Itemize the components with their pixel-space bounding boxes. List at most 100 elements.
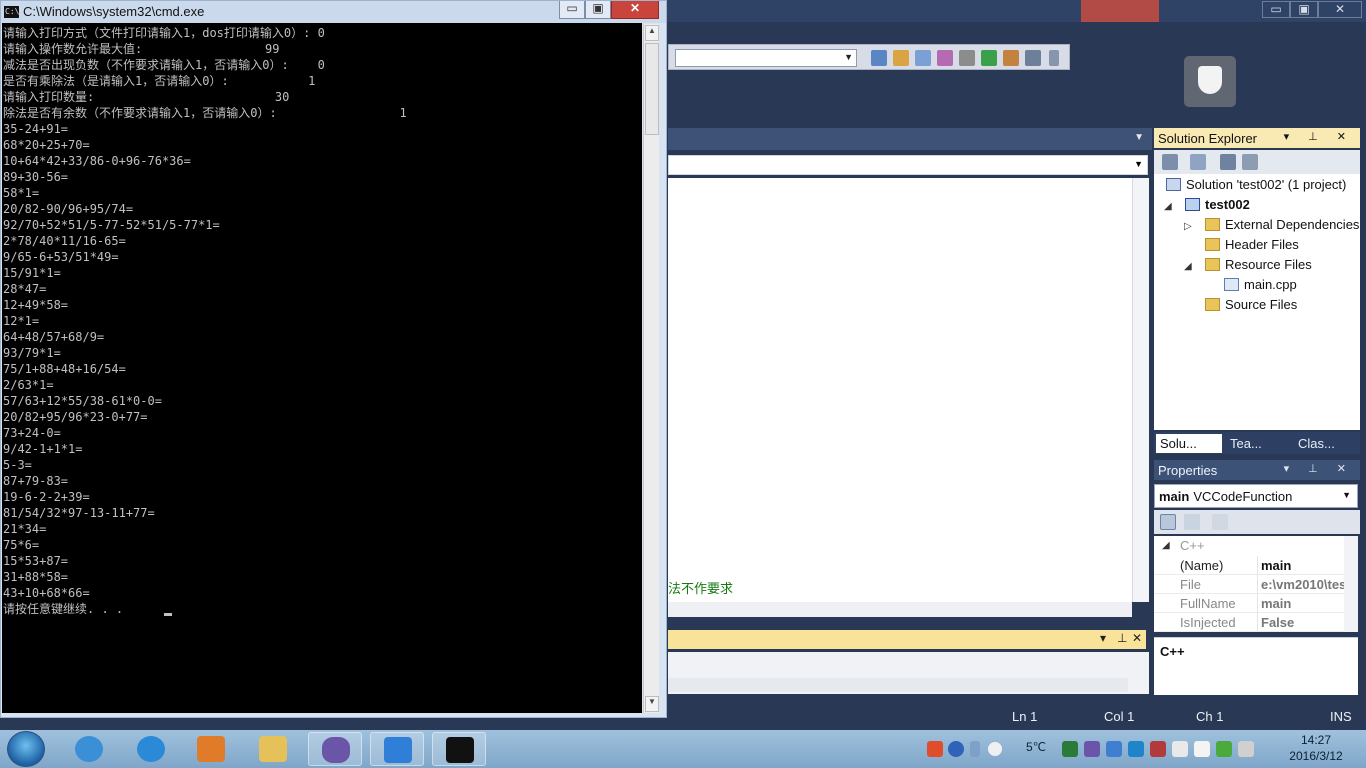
console-vertical-scrollbar[interactable]: ▲ ▼ [643, 24, 659, 713]
taskbar-cmd[interactable] [432, 732, 486, 766]
clock[interactable]: 14:27 2016/3/12 [1286, 732, 1346, 764]
tree-item-label: External Dependencies [1225, 217, 1360, 232]
categorized-icon[interactable] [1160, 514, 1176, 530]
pin-icon[interactable]: ⊥ [1117, 631, 1127, 645]
network-tool-icon[interactable] [1150, 741, 1166, 757]
tree-item-project[interactable]: test002 [1185, 197, 1250, 215]
close-button[interactable]: ✕ [611, 1, 659, 19]
refresh-icon[interactable] [1190, 154, 1206, 170]
tab-team-explorer[interactable]: Tea... [1226, 434, 1292, 453]
tree-item-main-cpp[interactable]: main.cpp [1224, 277, 1297, 295]
object-name: main [1159, 489, 1190, 504]
properties-icon[interactable] [1220, 154, 1236, 170]
tools-icon[interactable] [959, 50, 975, 66]
property-row[interactable]: File e:\vm2010\tes [1154, 575, 1344, 594]
properties-object-dropdown[interactable]: main VCCodeFunction ▼ [1154, 484, 1358, 508]
window-icon[interactable] [1025, 50, 1041, 66]
input-mode-icon[interactable] [970, 741, 980, 757]
weather-sun-icon[interactable] [988, 742, 1002, 756]
sogou-input-icon[interactable] [927, 741, 943, 757]
vs-highlight-button[interactable] [1081, 0, 1159, 22]
panel-controls[interactable]: ▾ ⊥ ✕ [1284, 130, 1354, 143]
editor-horizontal-scrollbar[interactable] [668, 602, 1132, 617]
console-line: 89+30-56= [3, 170, 69, 184]
tab-solution-explorer[interactable]: Solu... [1156, 434, 1222, 453]
taskbar-media-player[interactable] [184, 732, 238, 766]
member-navigation-dropdown[interactable]: ▼ [668, 155, 1148, 175]
tab-class-view[interactable]: Clas... [1294, 434, 1358, 453]
visual-studio-icon [322, 737, 350, 763]
property-row[interactable]: FullName main [1154, 594, 1344, 613]
help-icon[interactable] [948, 741, 964, 757]
volume-muted-icon[interactable] [1238, 741, 1254, 757]
tray-app-icon[interactable] [1062, 741, 1078, 757]
taskbar-visual-studio[interactable] [308, 732, 362, 766]
properties-icon[interactable] [893, 50, 909, 66]
taskbar-wps[interactable] [370, 732, 424, 766]
properties-title: Properties ▾ ⊥ ✕ [1154, 460, 1360, 480]
console-line: 68*20+25+70= [3, 138, 90, 152]
view-class-diagram-icon[interactable] [1242, 154, 1258, 170]
property-row[interactable]: IsInjected False [1154, 613, 1344, 632]
tree-item-source-files[interactable]: Source Files [1205, 297, 1297, 315]
output-panel[interactable] [668, 652, 1149, 694]
panel-controls[interactable]: ▾ ⊥ ✕ [1284, 462, 1354, 475]
security-icon[interactable] [1216, 741, 1232, 757]
vs-close-button[interactable]: ✕ [1318, 1, 1362, 18]
media-player-icon [197, 736, 225, 762]
console-line: 15*53+87= [3, 554, 69, 568]
output-horizontal-scrollbar[interactable] [668, 678, 1128, 692]
find-icon[interactable] [871, 50, 887, 66]
object-browser-icon[interactable] [915, 50, 931, 66]
close-icon[interactable]: ✕ [1132, 631, 1142, 645]
clipboard-icon[interactable] [1172, 741, 1188, 757]
chevron-down-icon[interactable]: ▼ [1134, 132, 1144, 143]
taskbar-ie[interactable] [62, 732, 116, 766]
start-page-icon[interactable] [981, 50, 997, 66]
console-output[interactable]: 请输入打印方式（文件打印请输入1，dos打印请输入0）: 0 请输入操作数允许最大… [2, 23, 642, 713]
collapse-arrow-icon[interactable]: ◢ [1162, 540, 1170, 551]
tree-item-external-dependencies[interactable]: External Dependencies [1205, 217, 1359, 235]
status-insert-mode: INS [1330, 709, 1352, 724]
minimize-button[interactable]: ▭ [559, 1, 585, 19]
panel-menu-icon[interactable]: ▾ [1100, 631, 1106, 645]
scroll-down-icon[interactable]: ▼ [645, 696, 659, 712]
tree-item-solution[interactable]: Solution 'test002' (1 project) [1166, 177, 1346, 195]
solution-explorer-title: Solution Explorer ▾ ⊥ ✕ [1154, 128, 1360, 148]
usb-addin-icon[interactable] [1184, 56, 1236, 107]
extension-icon[interactable] [1003, 50, 1019, 66]
taskbar-sogou[interactable] [124, 732, 178, 766]
console-line: 5-3= [3, 458, 32, 472]
console-title-bar[interactable]: C:\ C:\Windows\system32\cmd.exe ▭ ▣ ✕ [1, 1, 666, 23]
editor-vertical-scrollbar[interactable] [1132, 178, 1149, 602]
show-all-files-icon[interactable] [1162, 154, 1178, 170]
console-line: 2*78/40*11/16-65= [3, 234, 126, 248]
scroll-up-icon[interactable]: ▲ [645, 25, 659, 41]
taskbar-explorer[interactable] [246, 732, 300, 766]
collapse-arrow-icon[interactable]: ◢ [1184, 261, 1192, 272]
vs-maximize-button[interactable]: ▣ [1290, 1, 1318, 18]
weather-temperature[interactable]: 5℃ [1026, 740, 1046, 754]
scrollbar-thumb[interactable] [645, 43, 659, 135]
start-button[interactable] [7, 731, 45, 767]
qq-icon[interactable] [1128, 741, 1144, 757]
toolbox-icon[interactable] [937, 50, 953, 66]
property-category[interactable]: ◢ C++ [1154, 536, 1344, 555]
property-row[interactable]: (Name) main [1154, 556, 1344, 575]
property-value: False [1257, 613, 1344, 632]
solution-config-dropdown[interactable]: ▼ [675, 49, 857, 67]
maximize-button[interactable]: ▣ [585, 1, 611, 19]
tree-item-resource-files[interactable]: Resource Files [1205, 257, 1312, 275]
collapse-arrow-icon[interactable]: ◢ [1164, 201, 1172, 212]
vs-minimize-button[interactable]: ▭ [1262, 1, 1290, 18]
properties-scrollbar[interactable] [1344, 536, 1358, 632]
alphabetical-icon[interactable] [1184, 514, 1200, 530]
tree-item-header-files[interactable]: Header Files [1205, 237, 1299, 255]
usb-icon[interactable] [1106, 741, 1122, 757]
tray-vs-icon[interactable] [1084, 741, 1100, 757]
device-icon[interactable] [1194, 741, 1210, 757]
code-editor[interactable]: 法不作要求 [668, 178, 1132, 602]
property-pages-icon[interactable] [1212, 514, 1228, 530]
expand-arrow-icon[interactable]: ▷ [1184, 221, 1192, 232]
toolbar-options-icon[interactable] [1049, 50, 1059, 66]
